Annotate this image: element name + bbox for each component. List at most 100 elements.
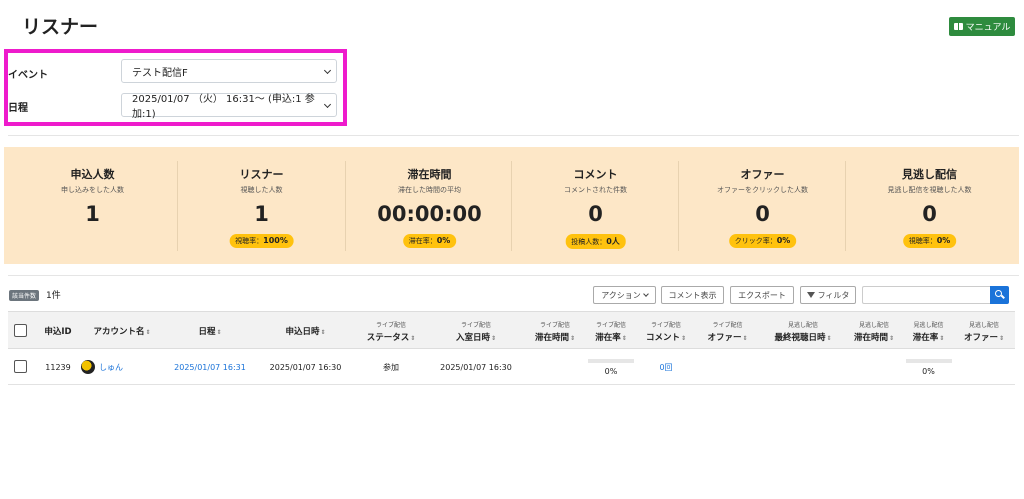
column-header[interactable]: 申込日時⇕ — [257, 312, 354, 350]
select-all-checkbox[interactable] — [14, 324, 27, 337]
page-title: リスナー — [22, 16, 99, 38]
sort-icon: ⇕ — [826, 334, 832, 342]
stat-name: 見逃し配信 — [902, 168, 957, 181]
column-header[interactable]: 見逃し配信 最終視聴日時⇕ — [760, 312, 846, 350]
schedule-select[interactable]: 2025/01/07 （火） 16:31〜 (申込:1 参加:1) — [121, 93, 337, 120]
show-comments-label: コメント表示 — [668, 290, 717, 300]
stat-rate-value: 0% — [436, 236, 451, 245]
results-count-badge: 該当件数 — [9, 290, 40, 301]
stat-archive: 見逃し配信 見逃し配信を視聴した人数 0 視聴率：0% — [845, 147, 1014, 264]
stat-value: 0 — [588, 202, 603, 226]
sort-icon: ⇕ — [145, 329, 151, 336]
sort-icon: ⇕ — [742, 334, 748, 342]
stat-rate-label: 視聴率： — [235, 237, 264, 245]
stat-rate-badge: 視聴率：0% — [902, 234, 957, 248]
stat-rate-value: 0% — [776, 236, 791, 245]
stat-name: コメント — [573, 168, 618, 181]
cell-live-stay-time — [525, 349, 585, 385]
column-header[interactable]: 見逃し配信 オファー⇕ — [956, 312, 1012, 350]
stat-desc: 滞在した時間の平均 — [398, 186, 461, 194]
stat-value: 00:00:00 — [377, 202, 482, 226]
cell-live-entry: 2025/01/07 16:30 — [440, 362, 512, 372]
stat-stay-time: 滞在時間 滞在した時間の平均 00:00:00 滞在率：0% — [345, 147, 514, 264]
sort-icon: ⇕ — [569, 334, 576, 342]
sort-icon: ⇕ — [621, 334, 627, 342]
column-header[interactable]: ライブ配信 入室日時⇕ — [428, 312, 524, 350]
column-header[interactable]: 見逃し配信 滞在時間⇕ — [847, 312, 901, 350]
stat-desc: 視聴した人数 — [240, 186, 283, 194]
cell-archive-stay-rate: 0% — [902, 349, 955, 385]
action-dropdown-button[interactable]: アクション — [593, 286, 656, 304]
column-header[interactable]: ライブ配信 コメント⇕ — [637, 312, 695, 350]
stat-rate-badge: 投稿人数：0人 — [565, 234, 626, 249]
comments-link[interactable]: 0回 — [637, 349, 695, 385]
stat-rate-label: 投稿人数： — [571, 238, 607, 246]
account-link[interactable]: しゅん — [99, 362, 123, 373]
column-header[interactable]: ライブ配信 滞在時間⇕ — [525, 312, 585, 350]
stat-value: 1 — [85, 202, 100, 226]
stat-rate-badge: 滞在率：0% — [402, 234, 457, 248]
sort-icon: ⇕ — [320, 329, 326, 336]
sort-icon: ⇕ — [680, 334, 687, 342]
column-header[interactable]: 見逃し配信 滞在率⇕ — [902, 312, 955, 350]
divider — [8, 135, 1019, 136]
table-header: 申込ID アカウント名⇕ 日程⇕ 申込日時⇕ ライブ配信 ステータス⇕ ライブ配信… — [8, 311, 1015, 349]
stat-value: 0 — [922, 202, 937, 226]
stat-listeners: リスナー 視聴した人数 1 視聴率：100% — [177, 147, 346, 264]
avatar — [81, 360, 95, 374]
stat-name: 申込人数 — [70, 168, 115, 181]
cell-id: 11239 — [45, 362, 71, 372]
stat-rate-label: 滞在率： — [408, 237, 437, 245]
column-header[interactable]: ライブ配信 オファー⇕ — [696, 312, 759, 350]
cell-archive-offer — [956, 349, 1012, 385]
filter-button[interactable]: フィルタ — [800, 286, 856, 304]
schedule-link[interactable]: 2025/01/07 16:31 — [164, 349, 256, 385]
stats-panel: 申込人数 申し込みをした人数 1 リスナー 視聴した人数 1 視聴率：100% … — [4, 147, 1019, 264]
column-header[interactable]: ライブ配信 滞在率⇕ — [586, 312, 636, 350]
stat-rate-value: 100% — [263, 236, 288, 245]
show-comments-button[interactable]: コメント表示 — [661, 286, 724, 304]
sort-icon: ⇕ — [490, 334, 497, 342]
column-header[interactable]: アカウント名⇕ — [81, 312, 163, 350]
results-count: 1件 — [46, 291, 61, 301]
stat-value: 0 — [755, 202, 770, 226]
stat-desc: 申し込みをした人数 — [61, 186, 124, 194]
stat-name: 滞在時間 — [407, 168, 452, 181]
cell-live-offer — [696, 349, 759, 385]
cell-live-stay-rate: 0% — [586, 349, 636, 385]
export-button[interactable]: エクスポート — [730, 286, 794, 304]
cell-archive-last-view — [760, 349, 846, 385]
progress-bar — [905, 358, 952, 363]
column-header[interactable]: 日程⇕ — [164, 312, 256, 350]
search-button[interactable] — [990, 286, 1009, 304]
stat-rate-label: 視聴率： — [908, 237, 937, 245]
stat-offers: オファー オファーをクリックした人数 0 クリック率：0% — [678, 147, 847, 264]
stat-value: 1 — [254, 202, 269, 226]
event-select[interactable]: テスト配信F — [121, 59, 337, 83]
archive-stay-rate-value: 0% — [922, 366, 935, 376]
manual-button-label: マニュアル — [965, 23, 1011, 33]
table-row: 11239 しゅん 2025/01/07 16:31 2025/01/07 16… — [8, 349, 1015, 385]
sort-icon: ⇕ — [939, 334, 945, 342]
row-checkbox[interactable] — [14, 360, 27, 373]
schedule-select-value: 2025/01/07 （火） 16:31〜 (申込:1 参加:1) — [132, 94, 315, 120]
divider — [8, 275, 1019, 276]
live-stay-rate-value: 0% — [604, 366, 618, 376]
stat-desc: コメントされた件数 — [564, 186, 627, 194]
cell-applied-at: 2025/01/07 16:30 — [269, 362, 342, 372]
column-header[interactable]: ライブ配信 ステータス⇕ — [355, 312, 427, 350]
stat-name: リスナー — [239, 168, 284, 181]
action-label: アクション — [601, 290, 641, 300]
stat-applicants: 申込人数 申し込みをした人数 1 — [8, 147, 177, 264]
cell-account[interactable]: しゅん — [81, 349, 143, 385]
stat-desc: 見逃し配信を視聴した人数 — [887, 186, 972, 194]
stat-desc: オファーをクリックした人数 — [717, 186, 808, 194]
column-header: 申込ID — [44, 327, 72, 337]
search-input[interactable] — [862, 286, 990, 304]
stat-rate-value: 0人 — [606, 237, 620, 246]
progress-bar — [588, 358, 634, 363]
export-label: エクスポート — [738, 290, 786, 300]
sort-icon: ⇕ — [998, 334, 1005, 342]
manual-button[interactable]: マニュアル — [949, 17, 1015, 36]
event-select-value: テスト配信F — [132, 67, 188, 79]
